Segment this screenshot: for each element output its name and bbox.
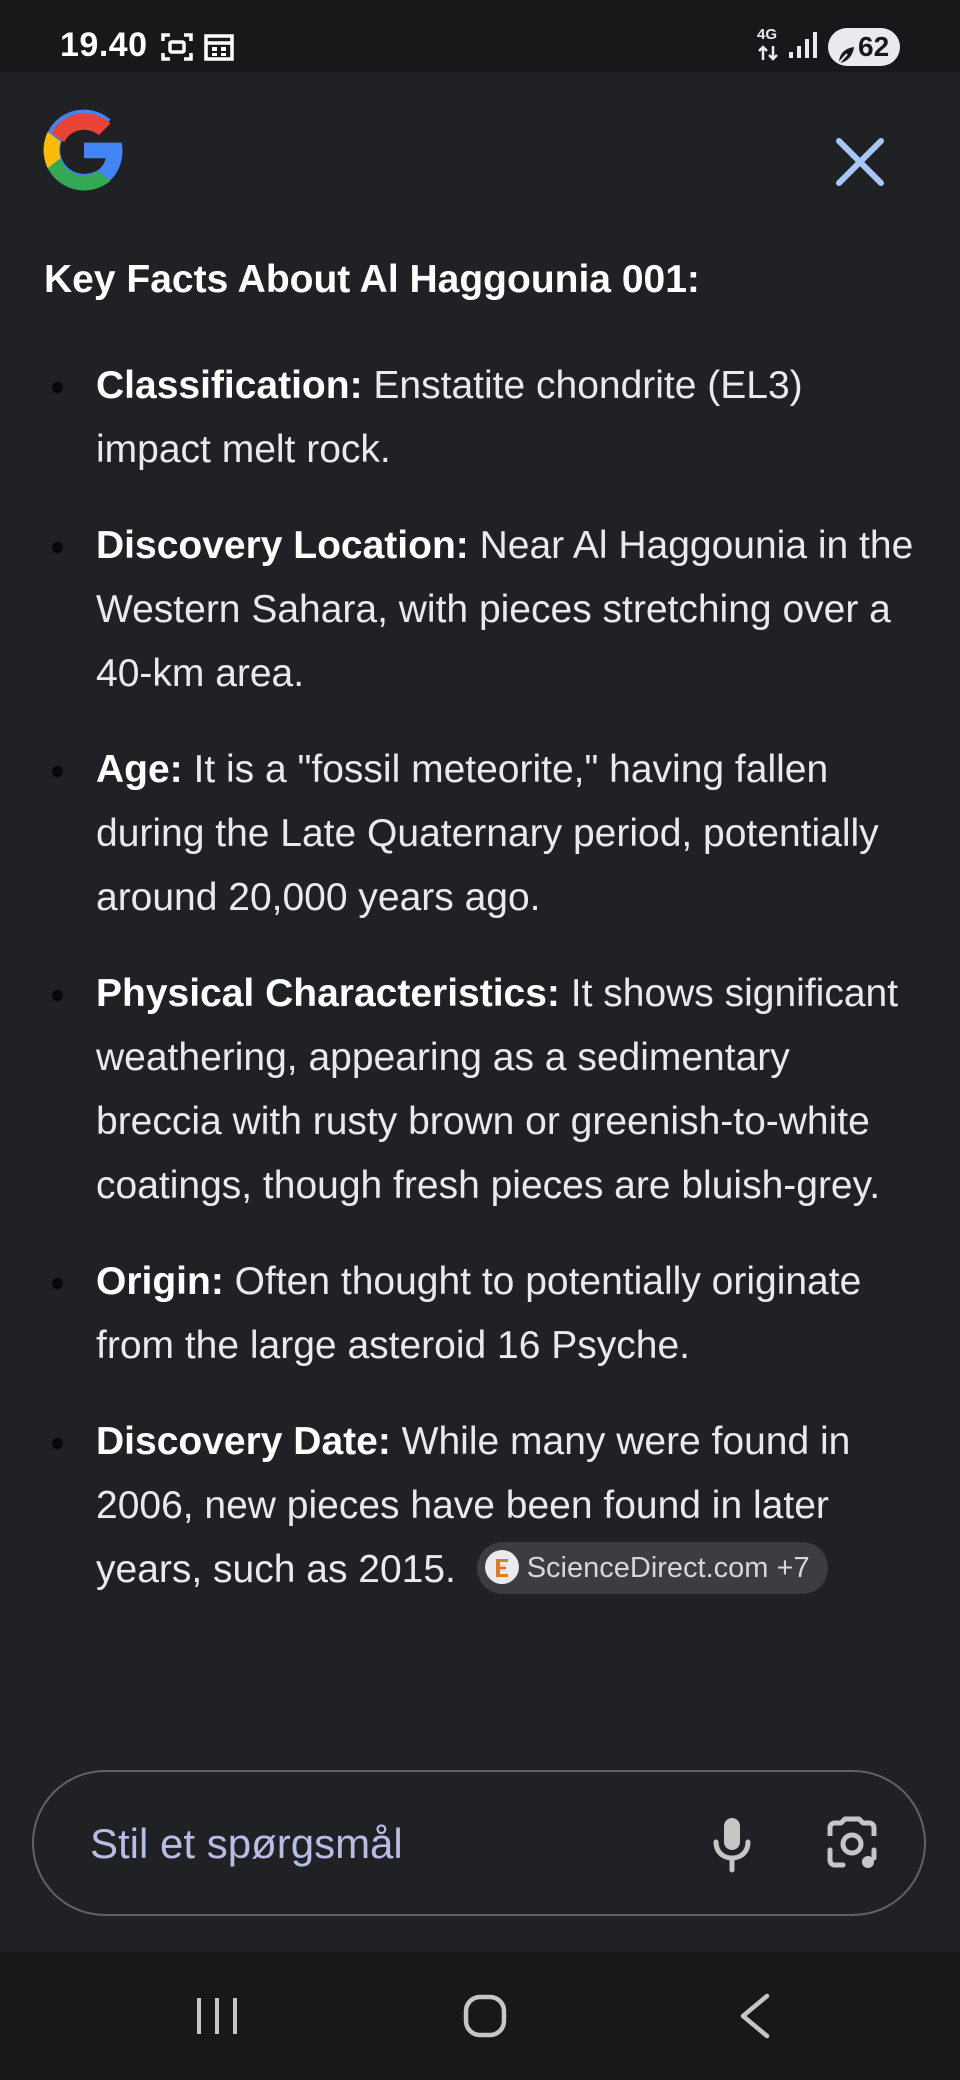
source-chip[interactable]: ScienceDirect.com +7 — [476, 1541, 828, 1594]
ask-question-bar[interactable] — [32, 1770, 926, 1916]
close-button[interactable] — [820, 122, 900, 202]
battery-indicator: 62 — [828, 28, 900, 66]
battery-level: 62 — [858, 31, 890, 62]
network-type-label: 4G — [757, 26, 778, 43]
recent-apps-button[interactable] — [157, 1952, 277, 2080]
google-g-icon — [40, 106, 128, 199]
fact-item-discovery-date: Discovery Date: While many were found in… — [44, 1410, 924, 1602]
fact-label: Discovery Date: — [96, 1420, 391, 1463]
fact-label: Discovery Location: — [96, 524, 469, 567]
sciencedirect-logo-icon — [484, 1550, 519, 1585]
fact-item-discovery-location: Discovery Location: Near Al Haggounia in… — [44, 514, 924, 706]
fact-item-classification: Classification: Enstatite chondrite (EL3… — [44, 354, 924, 482]
status-time: 19.40 — [60, 26, 148, 64]
back-button[interactable] — [695, 1952, 815, 2080]
fact-item-origin: Origin: Often thought to potentially ori… — [44, 1250, 924, 1378]
microphone-icon — [713, 1818, 751, 1873]
source-chip-label: ScienceDirect.com +7 — [526, 1551, 810, 1584]
fact-item-age: Age: It is a "fossil meteorite," having … — [44, 738, 924, 930]
fact-text: It is a "fossil meteorite," having falle… — [96, 748, 879, 919]
answer-heading: Key Facts About Al Haggounia 001: — [44, 258, 700, 301]
camera-lens-icon — [827, 1816, 877, 1868]
calendar-icon — [204, 32, 234, 67]
close-icon — [836, 138, 884, 186]
fact-label: Age: — [96, 748, 183, 791]
battery-saver-icon — [836, 37, 856, 75]
fact-label: Physical Characteristics: — [96, 972, 560, 1015]
status-bar: 19.40 4G 62 — [0, 0, 960, 72]
fact-label: Origin: — [96, 1260, 224, 1303]
back-icon — [740, 1993, 770, 2039]
home-button[interactable] — [425, 1952, 545, 2080]
navigation-bar — [0, 1952, 960, 2080]
voice-search-button[interactable] — [694, 1806, 770, 1887]
data-arrows-icon — [757, 44, 779, 67]
signal-icon — [788, 30, 818, 65]
fact-label: Classification: — [96, 364, 363, 407]
ask-input[interactable] — [88, 1772, 652, 1916]
lens-search-button[interactable] — [814, 1806, 890, 1887]
screenshot-icon — [160, 32, 194, 67]
facts-list: Classification: Enstatite chondrite (EL3… — [44, 354, 924, 1634]
search-answer-sheet: Key Facts About Al Haggounia 001: Classi… — [0, 72, 960, 1952]
fact-item-physical-characteristics: Physical Characteristics: It shows signi… — [44, 962, 924, 1218]
recent-apps-icon — [197, 1998, 237, 2034]
home-icon — [463, 1994, 507, 2038]
